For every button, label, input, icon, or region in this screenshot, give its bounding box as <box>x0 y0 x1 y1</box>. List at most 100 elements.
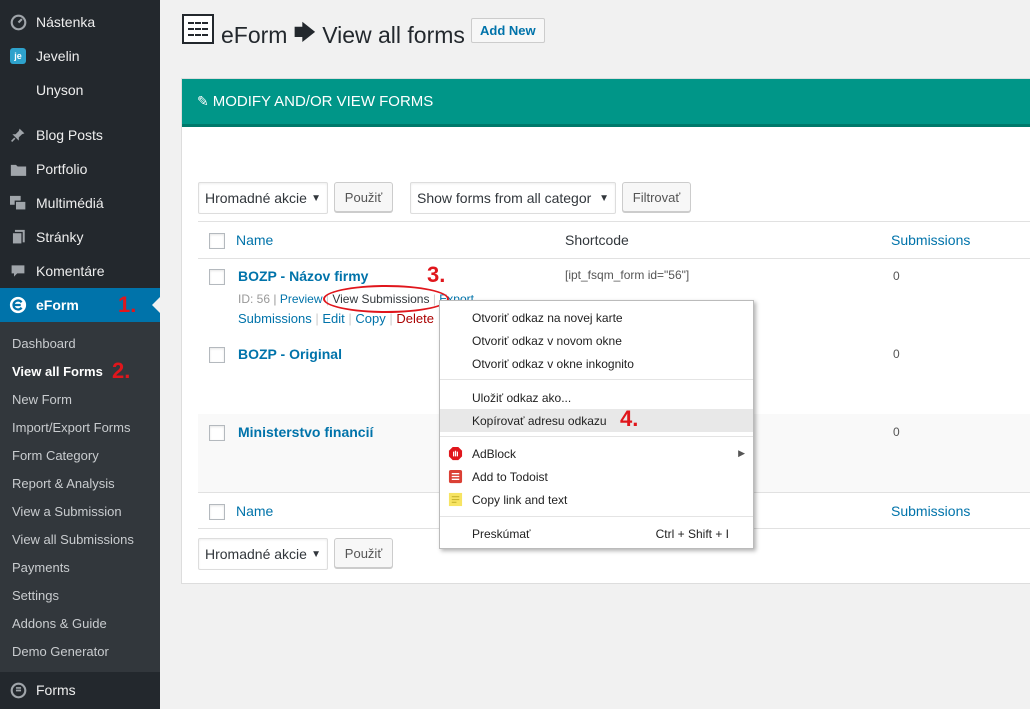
bulk-actions-select-bottom[interactable]: Hromadné akcie ▼ <box>198 538 328 570</box>
submissions-link[interactable]: Submissions <box>238 311 312 326</box>
eform-submenu: Dashboard View all Forms New Form Import… <box>0 322 160 672</box>
todoist-icon <box>448 469 463 484</box>
ctx-copy-link-and-text[interactable]: Copy link and text <box>440 488 753 511</box>
ctx-add-to-todoist[interactable]: Add to Todoist <box>440 465 753 488</box>
apply-button-top[interactable]: Použiť <box>334 182 393 212</box>
select-all-checkbox[interactable] <box>209 233 225 249</box>
menu-item-dashboard[interactable]: Nástenka <box>0 5 160 39</box>
table-border <box>198 258 1030 259</box>
submenu-settings[interactable]: Settings <box>12 588 59 603</box>
form-id: ID: 56 | <box>238 292 277 306</box>
menu-label: Blog Posts <box>36 127 103 143</box>
chevron-down-icon: ▼ <box>599 193 609 204</box>
eform-icon <box>0 296 36 314</box>
column-submissions-footer[interactable]: Submissions <box>891 503 970 519</box>
bulk-actions-select-top[interactable]: Hromadné akcie ▼ <box>198 182 328 214</box>
adblock-icon <box>448 446 463 461</box>
ctx-adblock[interactable]: AdBlock ▶ <box>440 442 753 465</box>
chevron-down-icon: ▼ <box>311 549 321 560</box>
menu-item-blog-posts[interactable]: Blog Posts <box>0 118 160 152</box>
chevron-down-icon: ▼ <box>311 193 321 204</box>
form-builder-icon <box>182 14 214 44</box>
form-title-link[interactable]: BOZP - Názov firmy <box>238 268 368 284</box>
menu-item-pages[interactable]: Stránky <box>0 220 160 254</box>
context-menu: Otvoriť odkaz na novej karte Otvoriť odk… <box>439 300 754 549</box>
menu-label: Portfolio <box>36 161 88 177</box>
menu-item-jevelin[interactable]: je Jevelin <box>0 39 160 73</box>
menu-label: Komentáre <box>36 263 105 279</box>
submenu-form-category[interactable]: Form Category <box>12 448 99 463</box>
panel-title: MODIFY AND/OR VIEW FORMS <box>212 93 434 110</box>
menu-item-comments[interactable]: Komentáre <box>0 254 160 288</box>
select-all-checkbox-bottom[interactable] <box>209 504 225 520</box>
row-actions-line2: Submissions | Edit | Copy | Delete <box>238 311 434 326</box>
submenu-payments[interactable]: Payments <box>12 560 70 575</box>
arrow-right-icon: 🡆 <box>293 20 317 45</box>
ctx-copy-link-address[interactable]: Kopírovať adresu odkazu <box>440 409 753 432</box>
menu-label: eForm <box>36 297 79 313</box>
pin-icon <box>0 127 36 143</box>
je-logo-icon: je <box>0 48 36 64</box>
row-checkbox[interactable] <box>209 347 225 363</box>
dashboard-icon <box>0 14 36 31</box>
media-icon <box>0 195 36 211</box>
ctx-save-link-as[interactable]: Uložiť odkaz ako... <box>440 386 753 409</box>
menu-item-unyson[interactable]: Unyson <box>0 73 160 107</box>
highlight-ellipse <box>323 285 449 313</box>
submenu-import-export[interactable]: Import/Export Forms <box>12 420 130 435</box>
submenu-report-analysis[interactable]: Report & Analysis <box>12 476 115 491</box>
submenu-new-form[interactable]: New Form <box>12 392 72 407</box>
menu-item-media[interactable]: Multimédiá <box>0 186 160 220</box>
ctx-open-new-window[interactable]: Otvoriť odkaz v novom okne <box>440 329 753 352</box>
submissions-count: 0 <box>893 347 900 361</box>
submenu-view-a-submission[interactable]: View a Submission <box>12 504 122 519</box>
delete-link[interactable]: Delete <box>396 311 434 326</box>
pages-icon <box>0 229 36 245</box>
menu-item-forms[interactable]: Forms <box>0 673 160 707</box>
submissions-count: 0 <box>893 425 900 439</box>
category-filter-select[interactable]: Show forms from all categor ▼ <box>410 182 616 214</box>
admin-sidebar: Nástenka je Jevelin Unyson Blog Posts Po… <box>0 0 160 709</box>
folder-icon <box>0 162 36 177</box>
add-new-button[interactable]: Add New <box>471 18 545 43</box>
copy-link-icon <box>448 492 463 507</box>
menu-label: Nástenka <box>36 14 96 30</box>
form-title-link[interactable]: Ministerstvo financií <box>238 424 373 440</box>
menu-label: Forms <box>36 682 76 698</box>
preview-link[interactable]: Preview <box>280 292 323 306</box>
submenu-addons-guide[interactable]: Addons & Guide <box>12 616 107 631</box>
submenu-demo-generator[interactable]: Demo Generator <box>12 644 109 659</box>
ctx-inspect[interactable]: Preskúmať Ctrl + Shift + I <box>440 522 753 545</box>
submenu-view-all-forms[interactable]: View all Forms <box>12 364 103 379</box>
annotation-2: 2. <box>112 358 131 383</box>
inspect-shortcut: Ctrl + Shift + I <box>655 526 729 541</box>
column-shortcode: Shortcode <box>565 232 629 248</box>
annotation-3: 3. <box>427 262 446 287</box>
ctx-open-incognito[interactable]: Otvoriť odkaz v okne inkognito <box>440 352 753 375</box>
column-name-footer[interactable]: Name <box>236 503 273 519</box>
row-checkbox[interactable] <box>209 269 225 285</box>
forms-icon <box>0 682 36 699</box>
submissions-count: 0 <box>893 269 900 283</box>
column-name[interactable]: Name <box>236 232 273 248</box>
pencil-icon: ✎ <box>197 93 209 109</box>
shortcode-cell: [ipt_fsqm_form id="56"] <box>565 268 690 282</box>
submenu-dashboard[interactable]: Dashboard <box>12 336 76 351</box>
submenu-view-all-submissions[interactable]: View all Submissions <box>12 532 134 547</box>
menu-item-portfolio[interactable]: Portfolio <box>0 152 160 186</box>
active-indicator <box>152 297 160 313</box>
edit-link[interactable]: Edit <box>322 311 344 326</box>
form-title-link[interactable]: BOZP - Original <box>238 346 342 362</box>
copy-link[interactable]: Copy <box>355 311 385 326</box>
row-checkbox[interactable] <box>209 425 225 441</box>
filter-button[interactable]: Filtrovať <box>622 182 691 212</box>
column-submissions[interactable]: Submissions <box>891 232 970 248</box>
menu-label: Stránky <box>36 229 84 245</box>
menu-label: Unyson <box>36 82 84 98</box>
panel-header: ✎ MODIFY AND/OR VIEW FORMS <box>182 79 1030 127</box>
submenu-arrow-icon: ▶ <box>738 448 745 458</box>
ctx-open-new-tab[interactable]: Otvoriť odkaz na novej karte <box>440 306 753 329</box>
apply-button-bottom[interactable]: Použiť <box>334 538 393 568</box>
annotation-4: 4. <box>620 406 639 431</box>
menu-label: Multimédiá <box>36 195 104 211</box>
